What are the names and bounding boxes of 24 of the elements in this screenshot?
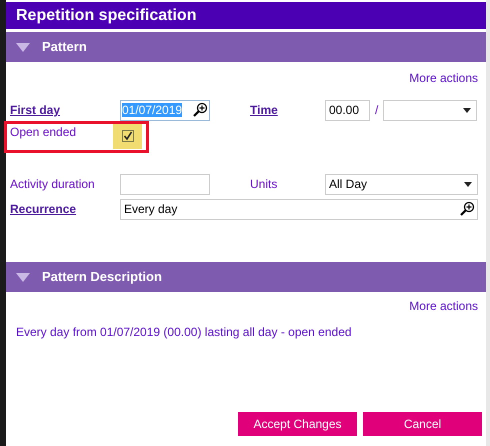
- activity-duration-label: Activity duration: [10, 176, 96, 193]
- checkbox[interactable]: [122, 130, 134, 142]
- action-button[interactable]: Accept Changes: [238, 412, 357, 436]
- caret-icon: [464, 182, 472, 186]
- caret-icon: [463, 108, 472, 112]
- separator-slash: /: [375, 102, 378, 119]
- units-label: Units: [250, 176, 278, 193]
- duration-field[interactable]: [120, 174, 210, 194]
- pattern-description-text: Every day from 01/07/2019 (00.00) lasting all day - open ended: [15, 324, 353, 341]
- window-title: Repetition specification: [6, 2, 486, 29]
- more-actions-link[interactable]: More actions: [409, 297, 478, 315]
- open-ended-label: Open ended: [10, 124, 78, 141]
- time-field[interactable]: 00.00: [325, 100, 370, 120]
- section-header[interactable]: Pattern Description: [6, 262, 486, 292]
- first-day-link[interactable]: First day: [10, 101, 120, 119]
- more-actions-link[interactable]: More actions: [409, 69, 478, 87]
- magnifier-icon[interactable]: [459, 201, 475, 217]
- section-header[interactable]: Pattern: [6, 32, 486, 62]
- magnifier-icon[interactable]: [192, 102, 208, 118]
- recurrence-link[interactable]: Recurrence: [10, 200, 120, 218]
- action-button[interactable]: Cancel: [363, 412, 482, 436]
- recurrence-field[interactable]: Every day: [120, 198, 478, 220]
- units-dropdown[interactable]: All Day: [325, 174, 478, 194]
- time-link[interactable]: Time: [250, 101, 325, 119]
